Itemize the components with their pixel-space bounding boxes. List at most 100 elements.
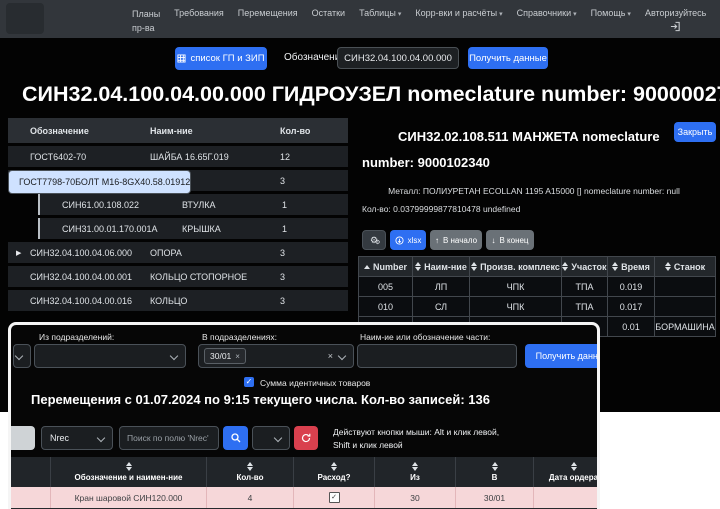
arrow-down-icon: ↓ [491,236,495,245]
nav-item-movements[interactable]: Перемещения [238,8,298,18]
search-button[interactable] [223,426,248,450]
page-title: СИН32.04.100.04.00.000 ГИДРОУЗЕЛ nomecla… [22,82,712,107]
grid-icon [177,54,186,63]
login-icon [670,21,681,32]
chevron-down-icon [97,434,105,442]
app-window: Планы пр-ва Требования Перемещения Остат… [0,0,720,509]
table-row[interactable]: СИН32.04.100.04.00.016КОЛЬЦО3 [8,290,348,311]
sort-icon [562,262,568,271]
table-row[interactable]: СИН32.04.100.04.00.001КОЛЬЦО СТОПОРНОЕ3 [8,266,348,287]
designation-input[interactable] [337,47,459,69]
close-button[interactable]: Закрыть [674,122,716,142]
edge-select[interactable] [13,344,31,368]
sort-icon [612,262,618,271]
sort-header[interactable]: Дата ордера [534,457,600,487]
sort-header[interactable]: Number [358,256,413,277]
bom-header-designation[interactable]: Обозначение [28,126,150,136]
sort-header[interactable]: Участок [562,256,608,277]
sort-header[interactable]: Произв. комплекс [470,256,562,277]
table-row-child[interactable]: СИН31.00.01.170.001АКРЫШКА1 [38,218,348,239]
chevron-down-icon [274,434,282,442]
bom-header-name[interactable]: Наим-ние [150,126,280,136]
chevron-down-icon: ▾ [573,11,577,18]
part-name-label: Наим-ие или обозначение части: [360,332,490,342]
table-row-selected[interactable]: ГОСТ7798-70БОЛТ М16-8GX40.58.01912 [8,170,191,194]
sort-asc-icon [364,265,370,269]
scroll-to-end-button[interactable]: ↓В конец [486,230,534,250]
chevron-down-icon: ▾ [627,11,631,18]
fetch-movements-button[interactable]: Получить данные [525,344,600,368]
sort-header[interactable]: Время [608,256,655,277]
bom-header-qty[interactable]: Кол-во [280,126,348,136]
scroll-to-start-button[interactable]: ↑В начало [430,230,482,250]
sort-icon [471,262,477,271]
nav-item-directories[interactable]: Справочники▾ [517,8,577,18]
sort-header[interactable]: Кол-во [207,457,294,487]
sum-identical-label: Сумма идентичных товаров [260,378,370,388]
row-select-header [11,457,51,487]
arrow-up-icon: ↑ [435,236,439,245]
sort-header[interactable]: Наим-ние [413,256,470,277]
remove-tag-icon[interactable]: × [235,352,240,361]
table-row[interactable]: Кран шаровой СИН120.000 4 ✓ 30 30/01 [11,487,600,508]
sort-header[interactable]: Обозначение и наимен-ние [51,457,207,487]
nav-item-help[interactable]: Помощь▾ [591,8,631,18]
table-row[interactable]: ▶ СИН32.04.100.04.06.000ОПОРА3 [8,242,348,263]
refresh-icon [301,433,311,443]
from-departments-select[interactable] [34,344,186,368]
navbar-right: Авторизуйтесь Настройки ⚙ [645,8,720,32]
chevron-down-icon [338,352,346,360]
refresh-button[interactable] [294,426,318,450]
sort-icon [331,462,337,471]
bom-header-row: Обозначение Наим-ние Кол-во [8,118,348,143]
chevron-down-icon [15,352,23,360]
app-logo [6,3,44,34]
export-xlsx-button[interactable]: xlsx [390,230,426,250]
fetch-data-button[interactable]: Получить данные [468,47,548,69]
sum-identical-checkbox[interactable]: ✓ [244,377,254,387]
columns-settings-button[interactable]: ⚙⚙ [362,230,386,250]
sort-header[interactable]: В [456,457,534,487]
sort-icon [247,462,253,471]
material-line: Металл: ПОЛИУРЕТАН ECOLLAN 1195 A15000 [… [362,186,706,196]
table-row[interactable]: 010 СЛ ЧПК ТПА 0.017 [358,297,716,317]
movements-window: Из подразделений: В подразделениях: 30/0… [8,322,600,509]
movements-header-row: Обозначение и наимен-ние Кол-во Расход? … [11,457,600,487]
chevron-down-icon: ▾ [499,11,503,18]
edge-button[interactable] [8,426,35,450]
to-departments-multiselect[interactable]: 30/01× × [198,344,354,368]
download-circle-icon [395,236,404,245]
gp-zip-list-button[interactable]: список ГП и ЗИП [175,47,267,70]
bom-table: Обозначение Наим-ние Кол-во ГОСТ6402-70Ш… [8,118,348,314]
sort-icon [412,462,418,471]
search-input[interactable] [119,426,219,450]
from-departments-label: Из подразделений: [39,332,114,342]
part-name-input[interactable] [357,344,517,368]
secondary-select[interactable] [252,426,290,450]
nav-item-tables[interactable]: Таблицы▾ [359,8,401,18]
sort-header[interactable]: Из [375,457,456,487]
quantity-line: Кол-во: 0.03799999877810478 undefined [362,204,520,214]
navbar: Планы пр-ва Требования Перемещения Остат… [0,0,720,38]
nav-item-stock[interactable]: Остатки [312,8,345,18]
chevron-down-icon: ▾ [398,11,402,18]
nav-item-login[interactable]: Авторизуйтесь [645,8,706,32]
sort-icon [415,262,421,271]
sort-icon [492,462,498,471]
table-row[interactable]: 005 ЛП ЧПК ТПА 0.019 [358,277,716,297]
operations-header-row: Number Наим-ние Произв. комплекс Участок… [358,256,716,277]
search-field-select[interactable]: Nrec [41,426,113,450]
nav-item-requirements[interactable]: Требования [174,8,224,18]
sort-header[interactable]: Расход? [294,457,375,487]
sort-header[interactable]: Станок [655,256,716,277]
nav-item-corrections[interactable]: Корр-вки и расчёты▾ [415,8,502,18]
nav-item-plans[interactable]: Планы пр-ва [132,8,160,35]
table-row[interactable]: ГОСТ6402-70ШАЙБА 16.65Г.01912 [8,146,348,167]
consumed-checkbox[interactable]: ✓ [329,492,340,503]
movements-table: Обозначение и наимен-ние Кол-во Расход? … [11,457,600,509]
chevron-down-icon [170,352,178,360]
table-row-child[interactable]: СИН61.00.108.022ВТУЛКА1 [38,194,348,215]
tree-expand-icon[interactable]: ▶ [8,249,28,257]
sort-icon [571,462,577,471]
mouse-hint-text: Действуют кнопки мыши: Alt и клик левой,… [333,426,513,452]
